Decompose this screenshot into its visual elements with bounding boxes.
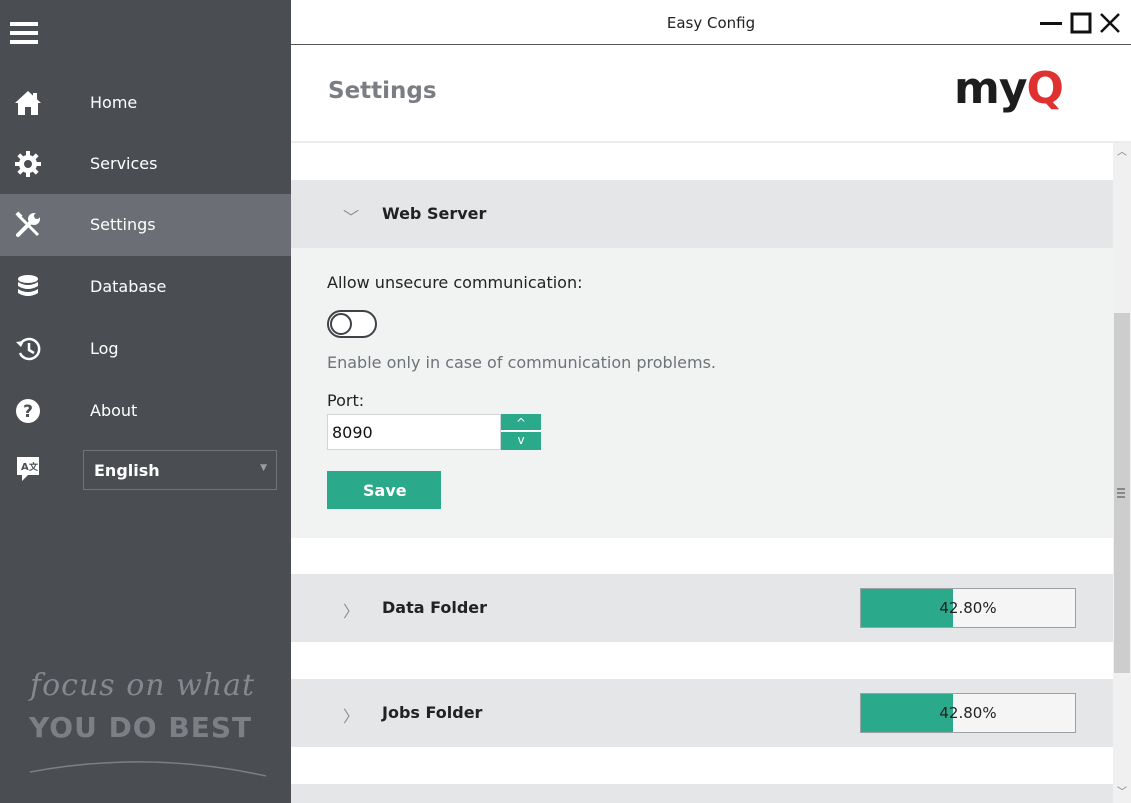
slogan-line-1: focus on what — [30, 668, 256, 703]
hamburger-menu-icon[interactable] — [10, 22, 38, 44]
hint-text: Enable only in case of communication pro… — [327, 353, 717, 372]
sidebar-item-home[interactable]: Home — [0, 72, 291, 134]
sidebar-item-database[interactable]: Database — [0, 256, 291, 318]
home-icon — [15, 91, 41, 115]
section-title: Jobs Folder — [382, 703, 483, 722]
help-icon: ? — [16, 399, 40, 423]
translate-icon: A 文 — [17, 457, 39, 481]
port-label: Port: — [327, 391, 365, 410]
scroll-down-icon[interactable]: ﹀ — [1113, 783, 1131, 803]
section-header-web-server[interactable]: ﹀ Web Server — [291, 180, 1113, 248]
progress-text: 42.80% — [939, 599, 997, 617]
section-header-data-folder[interactable]: 〉 Data Folder 42.80% — [291, 574, 1113, 642]
section-title: Data Folder — [382, 598, 488, 617]
header-divider — [291, 141, 1131, 143]
database-icon — [18, 275, 38, 296]
sidebar: Home Services Settings Database Log ? Ab… — [0, 0, 291, 803]
page-title: Settings — [328, 78, 437, 104]
scroll-up-icon[interactable]: ︿ — [1113, 143, 1131, 163]
scroll-grip-icon — [1117, 488, 1125, 500]
sidebar-item-label: Services — [90, 154, 158, 173]
language-select[interactable]: English ▼ — [83, 450, 277, 490]
sidebar-item-label: Home — [90, 93, 138, 112]
brand-logo: myQ — [954, 63, 1064, 114]
port-input[interactable] — [327, 414, 501, 450]
slogan-line-2: YOU DO BEST — [29, 711, 253, 744]
maximize-icon[interactable] — [1066, 8, 1096, 38]
language-selected: English — [94, 461, 160, 480]
web-server-body: Allow unsecure communication: Enable onl… — [291, 248, 1113, 538]
sidebar-item-label: Log — [90, 339, 119, 358]
gear-icon — [15, 151, 41, 177]
port-stepper[interactable]: ^ v — [501, 414, 541, 450]
toggle-knob — [330, 313, 352, 335]
progress-text: 42.80% — [939, 704, 997, 722]
chevron-down-icon[interactable]: v — [501, 432, 541, 450]
close-icon[interactable] — [1095, 8, 1125, 38]
title-bar: Easy Config — [291, 0, 1131, 45]
minimize-icon[interactable] — [1036, 8, 1066, 38]
svg-text:?: ? — [23, 402, 33, 422]
chevron-right-icon: 〉 — [343, 707, 360, 726]
data-folder-usage-bar: 42.80% — [860, 588, 1076, 628]
sidebar-item-about[interactable]: ? About — [0, 380, 291, 442]
allow-unsecure-label: Allow unsecure communication: — [327, 273, 583, 292]
section-header-next[interactable] — [291, 784, 1113, 803]
chevron-right-icon: 〉 — [343, 602, 360, 621]
history-icon — [16, 337, 41, 361]
chevron-up-icon[interactable]: ^ — [501, 414, 541, 432]
jobs-folder-usage-bar: 42.80% — [860, 693, 1076, 733]
save-button[interactable]: Save — [327, 471, 441, 509]
sidebar-item-label: Database — [90, 277, 167, 296]
chevron-down-icon: ▼ — [260, 463, 267, 473]
chevron-down-icon: ﹀ — [343, 208, 360, 227]
section-title: Web Server — [382, 204, 487, 223]
sidebar-item-services[interactable]: Services — [0, 133, 291, 195]
section-header-jobs-folder[interactable]: 〉 Jobs Folder 42.80% — [291, 679, 1113, 747]
sidebar-item-settings[interactable]: Settings — [0, 194, 291, 256]
sidebar-item-label: Settings — [90, 215, 156, 234]
slogan-swoosh — [29, 761, 267, 777]
sidebar-item-log[interactable]: Log — [0, 318, 291, 380]
tools-icon — [15, 211, 40, 237]
vertical-scrollbar[interactable]: ︿ ﹀ — [1113, 143, 1131, 803]
sidebar-item-label: About — [90, 401, 138, 420]
svg-text:文: 文 — [28, 461, 39, 473]
svg-text:A: A — [21, 462, 29, 473]
allow-unsecure-toggle[interactable] — [327, 310, 377, 338]
window-title: Easy Config — [666, 14, 756, 32]
